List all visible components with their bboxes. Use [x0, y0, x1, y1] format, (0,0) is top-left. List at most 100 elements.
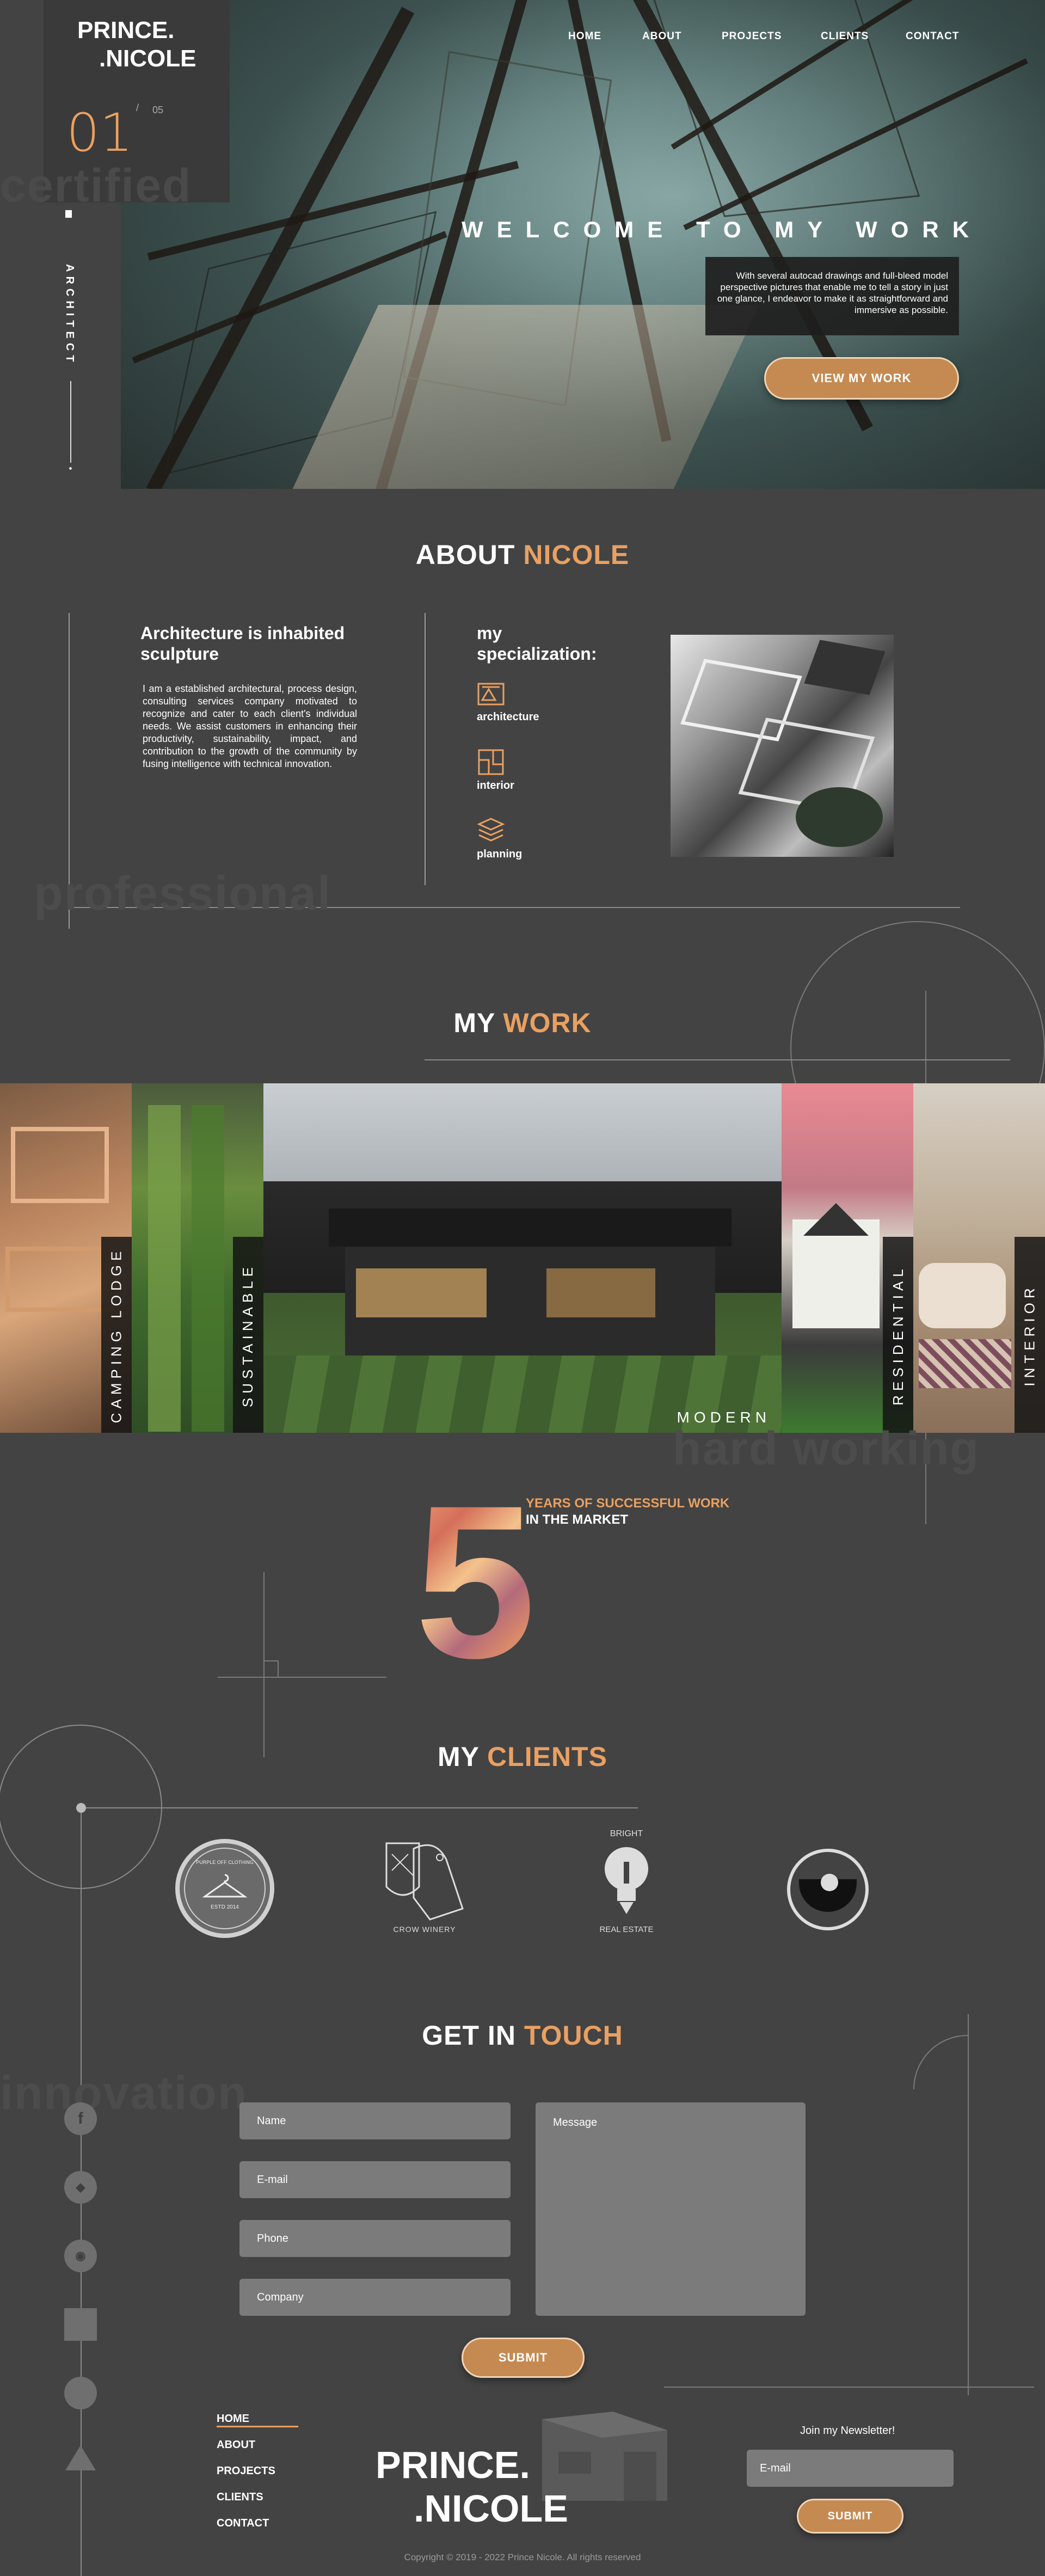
company-field[interactable]: Company — [239, 2279, 511, 2316]
view-my-work-button[interactable]: VIEW MY WORK — [764, 357, 959, 400]
clients-title-white: MY — [438, 1741, 480, 1772]
client-logo-crow-winery[interactable]: CROW WINERY — [381, 1838, 468, 1941]
clients-line — [81, 1807, 638, 1808]
slide-current: 01 — [66, 102, 133, 163]
nav-about[interactable]: ABOUT — [642, 30, 682, 42]
work-label-residential: RESIDENTIAL — [889, 1264, 906, 1406]
contact-title-white: GET IN — [422, 2020, 516, 2051]
work-label-sustainable: SUSTAINABLE — [239, 1262, 256, 1407]
triangle-icon[interactable] — [65, 2445, 96, 2470]
footer-link-about[interactable]: ABOUT — [217, 2439, 255, 2451]
about-title-white: ABOUT — [415, 539, 515, 570]
footer-link-clients[interactable]: CLIENTS — [217, 2491, 263, 2504]
client1-name: PURPLE OFF CLOTHING — [196, 1860, 254, 1865]
decor-line-v3 — [968, 2014, 969, 2395]
work-title-white: MY — [453, 1008, 495, 1038]
hanger-icon — [202, 1874, 247, 1898]
drafting-icon — [477, 683, 505, 706]
email-field[interactable]: E-mail — [239, 2161, 511, 2198]
floorplan-icon — [478, 749, 504, 775]
layers-icon — [477, 818, 505, 842]
client2-name: CROW WINERY — [393, 1925, 456, 1934]
client3-bottom: REAL ESTATE — [599, 1925, 654, 1934]
work-panel-modern[interactable]: MODERN — [263, 1083, 782, 1433]
contact-title: GET IN TOUCH — [0, 2020, 1045, 2051]
copyright: Copyright © 2019 - 2022 Prince Nicole. A… — [404, 2552, 641, 2562]
twitter-icon[interactable]: ◆ — [64, 2171, 97, 2204]
side-square — [65, 210, 72, 218]
client3-top: BRIGHT — [610, 1829, 643, 1838]
lightbulb-icon — [605, 1847, 648, 1914]
work-label-interior: INTERIOR — [1021, 1283, 1038, 1387]
footer-brand[interactable]: PRINCE. .NICOLE — [376, 2443, 568, 2530]
stats-number: 5 — [415, 1460, 536, 1703]
about-heading: Architecture is inhabited sculpture — [140, 623, 345, 664]
client-logo-eye[interactable] — [787, 1849, 869, 1930]
work-title-accent: WORK — [503, 1008, 592, 1038]
work-panel-residential[interactable]: RESIDENTIAL — [782, 1083, 913, 1433]
about-mid-line — [425, 613, 426, 885]
footer-link-projects[interactable]: PROJECTS — [217, 2465, 275, 2477]
newsletter-label: Join my Newsletter! — [800, 2425, 895, 2437]
stats-line2: IN THE MARKET — [526, 1512, 628, 1527]
work-panel-interior[interactable]: INTERIOR — [913, 1083, 1045, 1433]
footer-link-home[interactable]: HOME — [217, 2413, 249, 2425]
footer-home-underline — [217, 2426, 298, 2427]
spec-interior: interior — [477, 780, 514, 792]
contact-submit-button[interactable]: SUBMIT — [462, 2338, 585, 2378]
work-title: MY WORK — [0, 1007, 1045, 1039]
side-tag: ARCHITECT — [64, 264, 76, 366]
nav-projects[interactable]: PROJECTS — [722, 30, 782, 42]
bg-word-certified: certified — [0, 160, 192, 212]
circle-icon[interactable] — [64, 2377, 97, 2409]
hero-text: With several autocad drawings and full-b… — [705, 257, 959, 335]
work-panel-sustainable[interactable]: SUSTAINABLE — [132, 1083, 263, 1433]
square-icon[interactable] — [64, 2308, 97, 2341]
decor-dot — [76, 1803, 86, 1813]
about-title-accent: NICOLE — [523, 539, 630, 570]
spec-planning: planning — [477, 848, 522, 860]
hero-title: WELCOME TO MY WORK — [462, 217, 983, 242]
brand-line1: PRINCE. — [77, 17, 175, 44]
slide-total: 05 — [152, 105, 164, 115]
work-label-camping-lodge: CAMPING LODGE — [108, 1247, 125, 1423]
bg-word-innovation: innovation — [0, 2067, 248, 2119]
clients-title-accent: CLIENTS — [487, 1741, 607, 1772]
about-model-image — [671, 635, 894, 857]
newsletter-email-field[interactable]: E-mail — [747, 2450, 954, 2487]
message-field[interactable]: Message — [536, 2102, 806, 2316]
client-logo-purple-off[interactable]: PURPLE OFF CLOTHING ESTD 2014 — [175, 1839, 274, 1938]
stats-corner — [263, 1660, 279, 1677]
brand-logo[interactable]: PRINCE. .NICOLE — [77, 16, 196, 73]
specialization-title: my specialization: — [477, 623, 597, 664]
spec-architecture: architecture — [477, 711, 539, 723]
facebook-icon[interactable]: f — [64, 2102, 97, 2135]
name-field[interactable]: Name — [239, 2102, 511, 2139]
contact-title-accent: TOUCH — [524, 2020, 623, 2051]
hero-image — [121, 0, 1045, 489]
nav-clients[interactable]: CLIENTS — [821, 30, 869, 42]
bg-word-professional: professional — [34, 866, 332, 920]
work-panel-camping-lodge[interactable]: CAMPING LODGE — [0, 1083, 132, 1433]
slide-separator: / — [136, 102, 139, 113]
side-dot — [69, 467, 72, 470]
footer-brand-line1: PRINCE. — [376, 2444, 530, 2486]
client1-year: ESTD 2014 — [211, 1904, 239, 1910]
work-title-line — [425, 1059, 1010, 1060]
nav-home[interactable]: HOME — [568, 30, 601, 42]
footer-brand-line2: .NICOLE — [414, 2487, 568, 2530]
instagram-icon[interactable]: ◉ — [64, 2240, 97, 2272]
about-title: ABOUT NICOLE — [0, 539, 1045, 571]
crow-icon — [385, 1842, 464, 1921]
client-logo-bright[interactable]: BRIGHT REAL ESTATE — [591, 1829, 662, 1938]
footer-line — [664, 2387, 1034, 2388]
about-body: I am a established architectural, proces… — [143, 683, 357, 769]
clients-title: MY CLIENTS — [0, 1741, 1045, 1772]
footer-link-contact[interactable]: CONTACT — [217, 2517, 269, 2530]
nav-contact[interactable]: CONTACT — [906, 30, 959, 42]
side-line — [70, 381, 71, 463]
newsletter-submit-button[interactable]: SUBMIT — [797, 2499, 903, 2534]
phone-field[interactable]: Phone — [239, 2220, 511, 2257]
stats-line1: YEARS OF SUCCESSFUL WORK — [526, 1496, 730, 1511]
brand-line2: .NICOLE — [99, 45, 196, 72]
